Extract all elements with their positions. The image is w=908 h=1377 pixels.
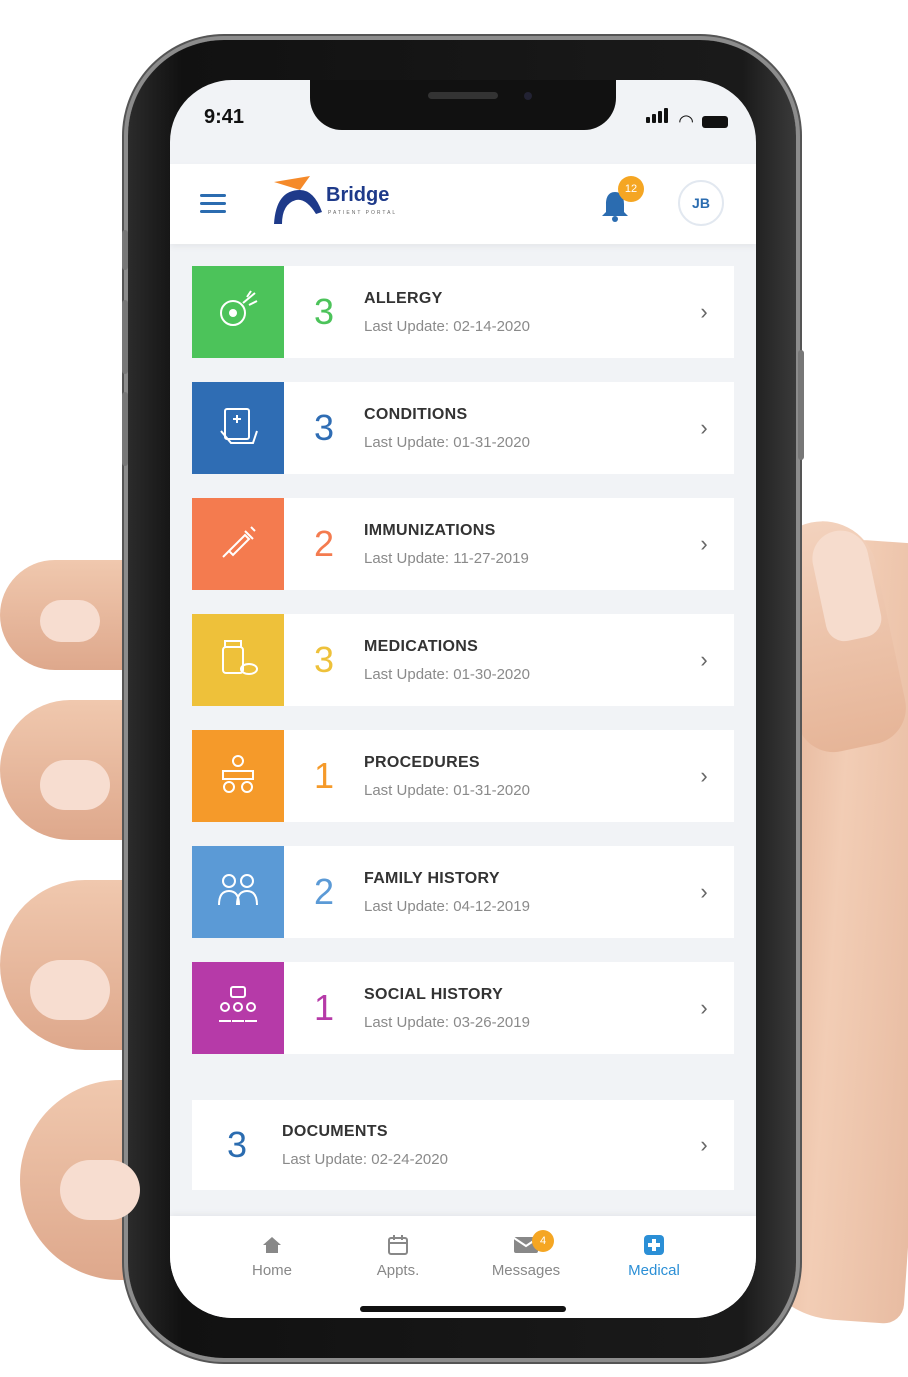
syringe-icon [213,517,263,572]
record-tile [192,962,284,1054]
bridge-logo-mark-icon [274,176,322,224]
record-tile [192,730,284,822]
record-updated: Last Update: 01-30-2020 [364,665,530,683]
tab-messages[interactable]: 4 Messages [476,1230,576,1279]
mute-switch [122,230,128,270]
fingernail [30,960,110,1020]
battery-icon [702,116,728,128]
record-row-social-history[interactable]: 1 SOCIAL HISTORY Last Update: 03-26-2019 › [192,962,734,1054]
social-icon [213,981,263,1036]
record-count: 2 [313,871,335,912]
record-updated: Last Update: 01-31-2020 [364,781,530,799]
record-title: SOCIAL HISTORY [364,985,504,1003]
record-updated: Last Update: 03-26-2019 [364,1013,530,1031]
chevron-right-icon: › [700,1132,708,1157]
tab-appts-label: Appts. [376,1262,420,1279]
record-row-immunizations[interactable]: 2 IMMUNIZATIONS Last Update: 11-27-2019 › [192,498,734,590]
record-tile [192,614,284,706]
notification-badge: 12 [618,176,644,202]
medical-records-list: 3 ALLERGY Last Update: 02-14-2020 › 3 CONDITI… [192,266,734,1078]
record-title: IMMUNIZATIONS [364,521,496,539]
power-button [798,350,804,460]
tab-medical-label: Medical [628,1262,680,1279]
bottom-tab-bar: Home Appts. 4 Messages Medical [170,1216,756,1318]
record-title: ALLERGY [364,289,443,307]
record-row-conditions[interactable]: 3 CONDITIONS Last Update: 01-31-2020 › [192,382,734,474]
conditions-icon [213,401,263,456]
speaker [428,92,498,99]
camera [524,92,532,100]
documents-count: 3 [226,1124,248,1165]
record-updated: Last Update: 11-27-2019 [364,549,529,567]
user-avatar[interactable]: JB [678,180,724,226]
logo-subtitle: PATIENT PORTAL [328,210,398,216]
pill-bottle-icon [213,633,263,688]
fingernail [40,760,110,810]
documents-title: DOCUMENTS [282,1122,388,1140]
record-count: 3 [313,291,335,332]
wifi-icon: ◠ [678,111,694,131]
allergy-icon [213,285,263,340]
tab-messages-label: Messages [491,1262,561,1279]
tab-medical[interactable]: Medical [604,1232,704,1279]
status-time: 9:41 [204,106,245,128]
record-updated: Last Update: 01-31-2020 [364,433,530,451]
record-row-medications[interactable]: 3 MEDICATIONS Last Update: 01-30-2020 › [192,614,734,706]
status-icons: ◠ [646,108,728,131]
record-tile [192,382,284,474]
record-row-procedures[interactable]: 1 PROCEDURES Last Update: 01-31-2020 › [192,730,734,822]
record-count: 3 [313,407,335,448]
chevron-right-icon: › [700,763,708,788]
record-tile [192,266,284,358]
procedures-icon [213,749,263,804]
chevron-right-icon: › [700,879,708,904]
volume-up-button [122,300,128,374]
documents-updated: Last Update: 02-24-2020 [282,1150,448,1168]
medical-cross-icon [644,1235,664,1255]
record-updated: Last Update: 04-12-2019 [364,897,530,915]
home-indicator [360,1306,566,1312]
record-row-family-history[interactable]: 2 FAMILY HISTORY Last Update: 04-12-2019 › [192,846,734,938]
record-updated: Last Update: 02-14-2020 [364,317,530,335]
volume-down-button [122,392,128,466]
messages-badge: 4 [532,1230,554,1252]
record-row-allergy[interactable]: 3 ALLERGY Last Update: 02-14-2020 › [192,266,734,358]
home-icon [263,1237,281,1253]
record-count: 2 [313,523,335,564]
notch [310,80,616,130]
record-title: PROCEDURES [364,753,480,771]
record-title: FAMILY HISTORY [364,869,500,887]
family-icon [213,865,263,920]
chevron-right-icon: › [700,415,708,440]
record-tile [192,846,284,938]
record-tile [192,498,284,590]
tab-home[interactable]: Home [222,1232,322,1279]
bridge-logo: Bridge PATIENT PORTAL [270,172,420,230]
tab-appointments[interactable]: Appts. [348,1232,448,1279]
record-count: 3 [313,639,335,680]
hamburger-menu-icon[interactable] [200,194,226,218]
chevron-right-icon: › [700,647,708,672]
calendar-icon [388,1235,408,1255]
record-count: 1 [313,987,335,1028]
chevron-right-icon: › [700,531,708,556]
fingernail [40,600,100,642]
fingernail [60,1160,140,1220]
chevron-right-icon: › [700,299,708,324]
signal-icon [646,108,670,128]
record-title: MEDICATIONS [364,637,479,655]
record-title: CONDITIONS [364,405,468,423]
tab-home-label: Home [251,1262,292,1279]
app-header: Bridge PATIENT PORTAL 12 JB [170,164,756,244]
chevron-right-icon: › [700,995,708,1020]
phone-screen: 9:41 ◠ Bridge PATIENT PORTAL 12 JB 3 ALLE… [170,80,756,1318]
record-count: 1 [313,755,335,796]
logo-name: Bridge [326,184,390,206]
documents-row[interactable]: 3 DOCUMENTS Last Update: 02-24-2020 › [192,1100,734,1190]
